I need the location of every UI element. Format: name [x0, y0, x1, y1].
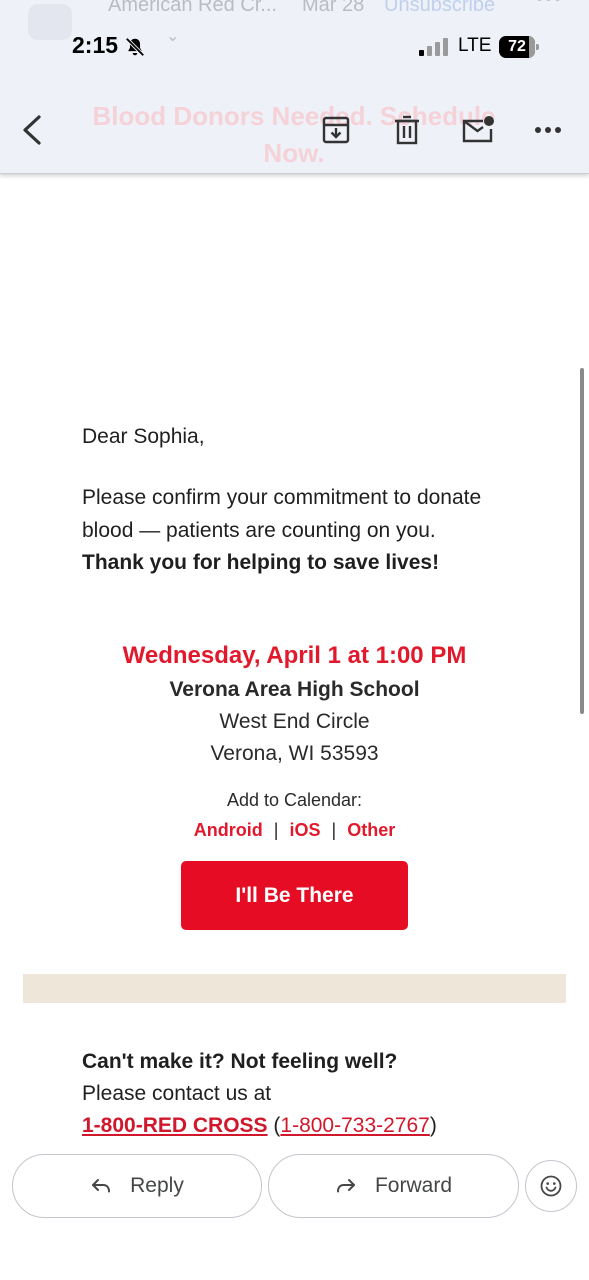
more-icon — [535, 127, 561, 133]
calendar-separator: | — [331, 820, 337, 840]
scrollbar[interactable] — [580, 368, 584, 714]
back-arrow-icon — [23, 115, 41, 145]
unsubscribe-link[interactable]: Unsubscribe — [384, 0, 495, 17]
delete-button[interactable] — [387, 110, 427, 150]
smiley-icon — [540, 1175, 562, 1197]
cant-make-it-heading: Can't make it? Not feeling well? — [82, 1050, 398, 1073]
reply-icon — [92, 1179, 111, 1193]
intro-bold-text: Thank you for helping to save lives! — [82, 551, 440, 574]
contact-text: Please contact us at — [82, 1082, 272, 1105]
more-options-button[interactable] — [528, 110, 568, 150]
reply-button[interactable]: Reply — [12, 1154, 262, 1218]
battery-level: 72 — [508, 38, 526, 55]
phone-paren-close: ) — [429, 1114, 437, 1137]
email-date: Mar 28 — [302, 0, 365, 16]
status-time: 2:15 — [72, 32, 119, 58]
calendar-separator: | — [273, 820, 279, 840]
phone-number-link[interactable]: 1-800-733-2767 — [280, 1114, 429, 1137]
mark-unread-icon — [462, 116, 494, 143]
forward-button[interactable]: Forward — [268, 1154, 519, 1218]
reply-label: Reply — [130, 1174, 184, 1197]
email-greeting: Dear Sophia, — [82, 425, 205, 448]
trash-icon — [395, 115, 419, 145]
forward-icon — [336, 1179, 355, 1193]
calendar-link-other[interactable]: Other — [347, 820, 395, 840]
calendar-link-ios[interactable]: iOS — [289, 820, 320, 840]
calendar-link-android[interactable]: Android — [194, 820, 263, 840]
archive-button[interactable] — [316, 110, 356, 150]
sender-more-icon[interactable]: ••• — [536, 0, 563, 11]
network-type: LTE — [458, 35, 492, 56]
event-venue: Verona Area High School — [169, 678, 420, 701]
sender-name: American Red Cr... — [108, 0, 277, 16]
signal-icon — [419, 38, 448, 56]
email-subject: Blood Donors Needed. Schedule Now. — [92, 101, 496, 168]
archive-icon — [322, 116, 350, 144]
event-datetime: Wednesday, April 1 at 1:00 PM — [122, 642, 467, 669]
phone-vanity-link[interactable]: 1-800-RED CROSS — [82, 1114, 268, 1137]
event-street: West End Circle — [219, 710, 370, 733]
section-divider — [23, 974, 566, 1003]
email-intro: Please confirm your commitment to donate… — [82, 482, 492, 580]
phone-line: 1-800-RED CROSS (1-800-733-2767) — [82, 1110, 437, 1142]
sender-avatar — [28, 4, 72, 40]
emoji-reaction-button[interactable] — [525, 1160, 577, 1212]
battery-icon: 72 — [499, 36, 539, 58]
bell-muted-icon — [125, 37, 145, 57]
intro-text: Please confirm your commitment to donate… — [82, 486, 482, 542]
ill-be-there-button[interactable]: I'll Be There — [181, 861, 408, 930]
event-city: Verona, WI 53593 — [210, 742, 379, 765]
back-button[interactable] — [12, 110, 52, 150]
forward-label: Forward — [374, 1174, 453, 1197]
chevron-down-icon[interactable]: ⌄ — [166, 26, 179, 46]
add-to-calendar-label: Add to Calendar: — [226, 790, 363, 810]
top-app-bar: American Red Cr... Mar 28 Unsubscribe ••… — [0, 0, 589, 174]
mark-unread-button[interactable] — [458, 110, 498, 150]
calendar-links: Android | iOS | Other — [0, 820, 589, 841]
